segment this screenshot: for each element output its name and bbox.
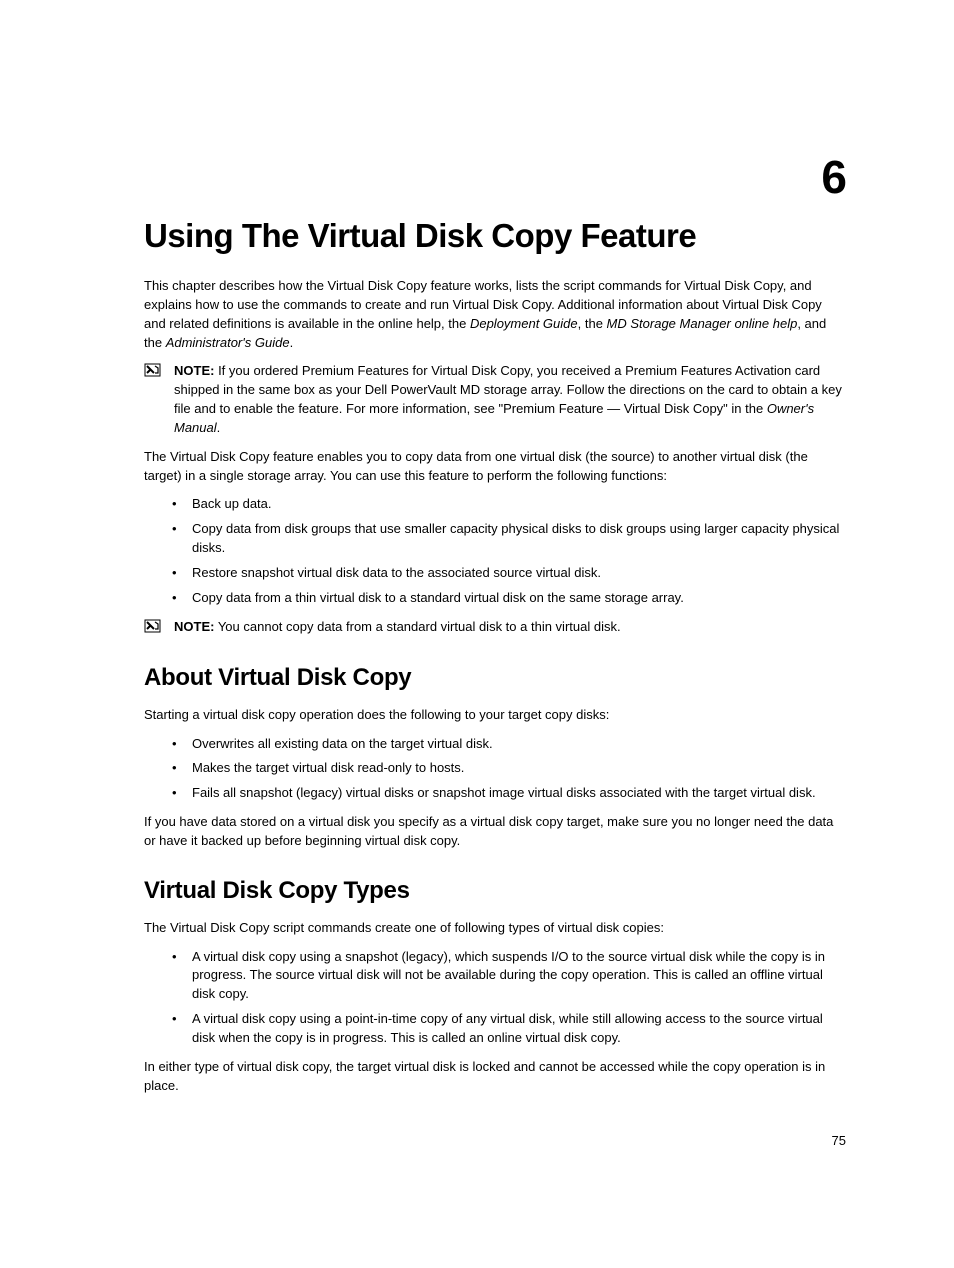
document-page: 6 Using The Virtual Disk Copy Feature Th… xyxy=(0,0,954,1095)
list-item: Copy data from a thin virtual disk to a … xyxy=(144,589,846,608)
target-effects-list: Overwrites all existing data on the targ… xyxy=(144,735,846,804)
text: You cannot copy data from a standard vir… xyxy=(214,619,620,634)
note-label: NOTE: xyxy=(174,363,214,378)
page-number: 75 xyxy=(832,1133,846,1148)
heading-virtual-disk-copy-types: Virtual Disk Copy Types xyxy=(144,877,846,905)
note-icon xyxy=(144,362,174,382)
list-item: Restore snapshot virtual disk data to th… xyxy=(144,564,846,583)
note-label: NOTE: xyxy=(174,619,214,634)
ref-deployment-guide: Deployment Guide xyxy=(470,316,578,331)
functions-list: Back up data. Copy data from disk groups… xyxy=(144,495,846,607)
note-text: NOTE: You cannot copy data from a standa… xyxy=(174,618,846,637)
types-closing-paragraph: In either type of virtual disk copy, the… xyxy=(144,1058,846,1096)
chapter-number: 6 xyxy=(821,150,846,204)
list-item: Copy data from disk groups that use smal… xyxy=(144,520,846,558)
copy-types-list: A virtual disk copy using a snapshot (le… xyxy=(144,948,846,1048)
list-item: Overwrites all existing data on the targ… xyxy=(144,735,846,754)
types-intro-paragraph: The Virtual Disk Copy script commands cr… xyxy=(144,919,846,938)
warning-paragraph: If you have data stored on a virtual dis… xyxy=(144,813,846,851)
list-item: Makes the target virtual disk read-only … xyxy=(144,759,846,778)
list-item: A virtual disk copy using a point-in-tim… xyxy=(144,1010,846,1048)
text: . xyxy=(217,420,221,435)
note-icon xyxy=(144,618,174,638)
list-item: A virtual disk copy using a snapshot (le… xyxy=(144,948,846,1005)
ref-administrators-guide: Administrator's Guide xyxy=(166,335,290,350)
text: If you ordered Premium Features for Virt… xyxy=(174,363,842,416)
feature-description-paragraph: The Virtual Disk Copy feature enables yo… xyxy=(144,448,846,486)
text: . xyxy=(290,335,294,350)
intro-paragraph: This chapter describes how the Virtual D… xyxy=(144,277,846,352)
note-text: NOTE: If you ordered Premium Features fo… xyxy=(174,362,846,437)
note-block-cannot-copy: NOTE: You cannot copy data from a standa… xyxy=(144,618,846,638)
list-item: Fails all snapshot (legacy) virtual disk… xyxy=(144,784,846,803)
list-item: Back up data. xyxy=(144,495,846,514)
about-paragraph: Starting a virtual disk copy operation d… xyxy=(144,706,846,725)
chapter-title: Using The Virtual Disk Copy Feature xyxy=(144,217,846,255)
heading-about-virtual-disk-copy: About Virtual Disk Copy xyxy=(144,664,846,692)
note-block-premium-features: NOTE: If you ordered Premium Features fo… xyxy=(144,362,846,437)
ref-md-storage-manager-help: MD Storage Manager online help xyxy=(607,316,798,331)
text: , the xyxy=(578,316,607,331)
